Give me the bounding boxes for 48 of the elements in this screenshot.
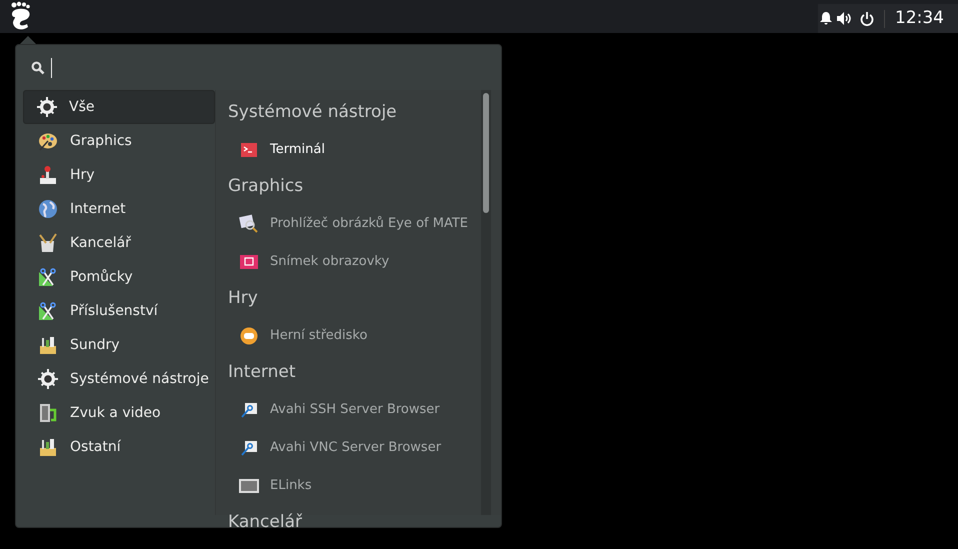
section-heading: Graphics: [228, 175, 304, 198]
category-item[interactable]: Ostatní: [23, 430, 215, 464]
section-heading: Kancelář: [228, 511, 303, 534]
category-item[interactable]: Graphics: [23, 124, 215, 158]
gear-icon: [38, 369, 58, 389]
search-icon: [31, 60, 45, 74]
scrollbar-thumb[interactable]: [483, 93, 489, 213]
category-item[interactable]: Hry: [23, 158, 215, 192]
category-item[interactable]: Pomůcky: [23, 260, 215, 294]
app-item[interactable]: Avahi SSH Server Browser: [228, 391, 501, 429]
bell-icon[interactable]: [820, 12, 832, 25]
screenshot-icon: [239, 253, 259, 271]
key-icon: [240, 439, 258, 457]
film-note-icon: [38, 403, 58, 423]
app-item[interactable]: Prohlížeč obrázků Eye of MATE: [228, 205, 501, 243]
gamepad-icon: [240, 327, 258, 345]
scissors-icon: [38, 267, 58, 287]
toolbox-icon: [38, 437, 58, 457]
category-item[interactable]: Internet: [23, 192, 215, 226]
power-icon[interactable]: [860, 12, 874, 26]
category-item[interactable]: Zvuk a video: [23, 396, 215, 430]
app-item[interactable]: Herní středisko: [228, 317, 501, 355]
paint-pot-icon: [38, 233, 58, 253]
category-item[interactable]: Kancelář: [23, 226, 215, 260]
category-item[interactable]: Systémové nástroje: [23, 362, 215, 396]
app-item[interactable]: Snímek obrazovky: [228, 243, 501, 281]
section-heading: Hry: [228, 287, 259, 310]
app-item[interactable]: Terminál: [228, 131, 501, 169]
joystick-icon: [38, 165, 58, 185]
scrollbar[interactable]: [481, 90, 491, 515]
image-viewer-icon: [239, 214, 259, 234]
section-heading: Systémové nástroje: [228, 101, 398, 124]
category-item[interactable]: Vše: [23, 90, 215, 124]
gear-icon: [37, 97, 57, 117]
key-icon: [240, 401, 258, 419]
volume-icon[interactable]: [837, 12, 852, 25]
app-item[interactable]: Avahi VNC Server Browser: [228, 429, 501, 467]
terminal-icon: [240, 141, 258, 159]
scissors-icon: [38, 301, 58, 321]
section-heading: Internet: [228, 361, 297, 384]
toolbox-icon: [38, 335, 58, 355]
app-item[interactable]: ELinks: [228, 467, 501, 505]
palette-icon: [38, 131, 58, 151]
category-item[interactable]: Příslušenství: [23, 294, 215, 328]
category-item[interactable]: Sundry: [23, 328, 215, 362]
text-cursor: [51, 58, 52, 78]
window-icon: [238, 477, 260, 495]
globe-icon: [38, 199, 58, 219]
